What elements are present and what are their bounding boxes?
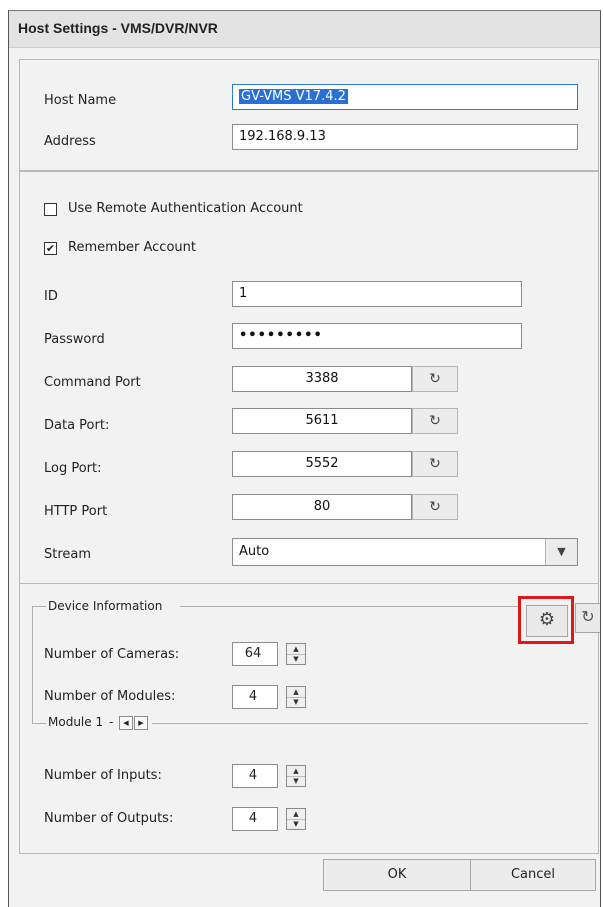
http-port-label: HTTP Port (44, 504, 108, 519)
data-port-field[interactable]: 5611 (232, 408, 412, 434)
modules-field[interactable]: 4 (232, 685, 278, 709)
outputs-field[interactable]: 4 (232, 807, 278, 831)
module-next-button[interactable]: ▶ (134, 716, 148, 730)
command-port-field[interactable]: 3388 (232, 366, 412, 392)
inputs-label: Number of Inputs: (44, 768, 162, 783)
device-group-line-right (180, 606, 518, 607)
device-group-title: Device Information (48, 599, 163, 613)
module-prev-button[interactable]: ◀ (119, 716, 133, 730)
data-port-reset-button[interactable]: ↻ (412, 408, 458, 434)
stream-label: Stream (44, 547, 92, 562)
modules-label: Number of Modules: (44, 689, 176, 704)
reset-icon: ↻ (429, 456, 441, 472)
module-group-line-right (152, 723, 588, 724)
title-bar: Host Settings - VMS/DVR/NVR (9, 11, 600, 48)
reset-icon: ↻ (429, 413, 441, 429)
log-port-label: Log Port: (44, 461, 102, 476)
http-port-field[interactable]: 80 (232, 494, 412, 520)
settings-button[interactable]: ⚙ (526, 605, 568, 637)
cameras-field[interactable]: 64 (232, 642, 278, 666)
host-name-label: Host Name (44, 93, 117, 108)
reset-icon: ↻ (429, 371, 441, 387)
authentication-panel: Use Remote Authentication Account ✔ Reme… (19, 171, 599, 584)
cameras-label: Number of Cameras: (44, 647, 180, 662)
modules-stepper[interactable]: ▲ ▼ (286, 686, 306, 708)
inputs-stepper[interactable]: ▲ ▼ (286, 765, 306, 787)
host-name-value: GV-VMS V17.4.2 (239, 89, 348, 104)
remember-account-checkbox[interactable]: ✔ (44, 242, 57, 255)
use-remote-auth-checkbox[interactable] (44, 203, 57, 216)
settings-highlight: ⚙ (518, 596, 574, 644)
remember-account-label: Remember Account (68, 240, 196, 255)
reset-icon: ↻ (429, 499, 441, 515)
refresh-icon: ↻ (581, 607, 595, 626)
password-label: Password (44, 332, 105, 347)
inputs-field[interactable]: 4 (232, 764, 278, 788)
module-title-dash: - (109, 715, 114, 729)
stream-select[interactable]: Auto ▼ (232, 538, 578, 566)
http-port-reset-button[interactable]: ↻ (412, 494, 458, 520)
password-field[interactable]: ••••••••• (232, 323, 522, 349)
log-port-reset-button[interactable]: ↻ (412, 451, 458, 477)
address-field[interactable]: 192.168.9.13 (232, 124, 578, 150)
refresh-button[interactable]: ↻ (575, 603, 600, 633)
host-settings-dialog: Host Settings - VMS/DVR/NVR Host Name GV… (8, 10, 601, 907)
gear-icon: ⚙ (538, 609, 556, 630)
address-label: Address (44, 134, 96, 149)
stream-value: Auto (239, 544, 270, 559)
module-group-line-left (32, 723, 46, 724)
host-panel: Host Name GV-VMS V17.4.2 Address 192.168… (19, 59, 599, 171)
cameras-stepper[interactable]: ▲ ▼ (286, 643, 306, 665)
module-group-line-vertical (32, 606, 33, 723)
use-remote-auth-label: Use Remote Authentication Account (68, 201, 303, 216)
command-port-reset-button[interactable]: ↻ (412, 366, 458, 392)
chevron-down-icon[interactable]: ▼ (545, 539, 577, 565)
device-group-line-left (32, 606, 46, 607)
cancel-button[interactable]: Cancel (470, 859, 596, 891)
module-group-title: Module 1 (48, 715, 104, 729)
command-port-label: Command Port (44, 375, 141, 390)
window-title: Host Settings - VMS/DVR/NVR (18, 20, 218, 36)
outputs-label: Number of Outputs: (44, 811, 174, 826)
id-label: ID (44, 289, 58, 304)
id-field[interactable]: 1 (232, 281, 522, 307)
log-port-field[interactable]: 5552 (232, 451, 412, 477)
device-info-panel: Device Information ⚙ ↻ Number of Cameras… (19, 584, 600, 854)
outputs-stepper[interactable]: ▲ ▼ (286, 808, 306, 830)
ok-button[interactable]: OK (323, 859, 471, 891)
data-port-label: Data Port: (44, 418, 110, 433)
host-name-field[interactable]: GV-VMS V17.4.2 (232, 84, 578, 110)
